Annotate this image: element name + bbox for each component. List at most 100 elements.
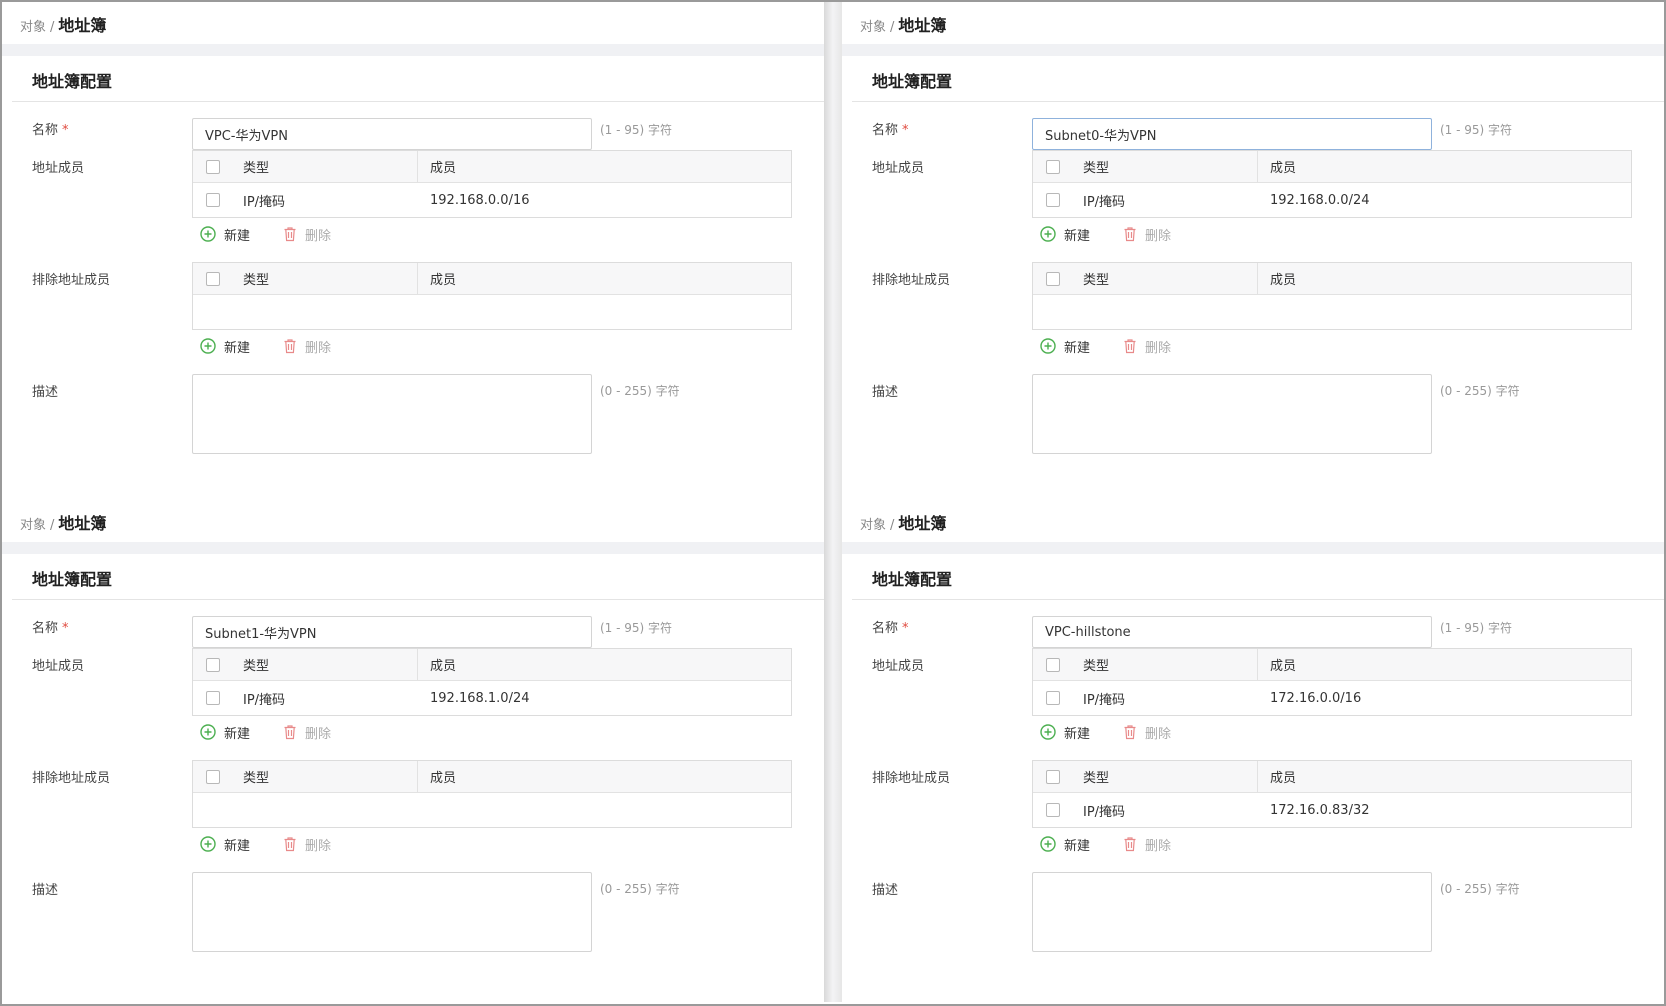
select-all-checkbox[interactable] [1046,657,1060,672]
row-checkbox[interactable] [206,193,220,207]
select-all-checkbox[interactable] [206,271,220,286]
address-book-panel-4: 对象 / 地址簿 地址簿配置 名称* (1 - 95) 字符 地址成员 类型 成… [842,500,1666,1004]
add-exclude-button[interactable]: 新建 [1040,337,1090,356]
plus-circle-icon [1040,724,1056,740]
add-member-button[interactable]: 新建 [1040,225,1090,244]
column-divider [417,263,418,295]
column-divider [1257,151,1258,183]
table-row[interactable]: IP/掩码 172.16.0.0/16 [1033,681,1631,715]
desc-label: 描述 [32,883,59,898]
select-all-checkbox[interactable] [1046,769,1060,784]
add-exclude-button[interactable]: 新建 [1040,835,1090,854]
row-member: 192.168.0.0/16 [430,192,530,208]
delete-member-button[interactable]: 删除 [282,225,331,244]
table-row[interactable]: IP/掩码 172.16.0.83/32 [1033,793,1631,827]
exclude-label: 排除地址成员 [32,273,111,288]
row-checkbox[interactable] [1046,193,1060,207]
members-actions: 新建 删除 [1040,721,1171,743]
col-type-header: 类型 [243,659,270,674]
delete-member-button[interactable]: 删除 [282,723,331,742]
select-all-checkbox[interactable] [206,657,220,672]
title-divider [12,599,826,600]
exclude-table: 类型 成员 IP/掩码 172.16.0.83/32 [1032,760,1632,828]
column-divider [417,761,418,793]
name-label: 名称 * [872,621,909,636]
trash-icon [1124,837,1136,852]
table-header: 类型 成员 [1033,263,1631,295]
add-member-button[interactable]: 新建 [1040,723,1090,742]
table-row[interactable]: IP/掩码 192.168.0.0/16 [193,183,791,217]
col-member-header: 成员 [430,771,457,786]
plus-circle-icon [1040,836,1056,852]
table-row[interactable]: IP/掩码 192.168.1.0/24 [193,681,791,715]
col-member-header: 成员 [1270,161,1297,176]
desc-label: 描述 [872,385,899,400]
members-actions: 新建 删除 [200,223,331,245]
column-divider [417,649,418,681]
name-hint: (1 - 95) 字符 [600,621,673,635]
trash-icon [284,227,296,242]
name-input[interactable] [1032,118,1432,150]
delete-member-button[interactable]: 删除 [1122,225,1171,244]
members-table: 类型 成员 IP/掩码 192.168.1.0/24 [192,648,792,716]
exclude-actions: 新建 删除 [200,335,331,357]
add-exclude-button[interactable]: 新建 [200,835,250,854]
header-strip [2,542,826,554]
title-divider [852,599,1666,600]
add-member-button[interactable]: 新建 [200,225,250,244]
exclude-actions: 新建 删除 [1040,833,1171,855]
exclude-label: 排除地址成员 [872,771,951,786]
col-member-header: 成员 [430,273,457,288]
row-checkbox[interactable] [1046,691,1060,705]
trash-icon [1124,339,1136,354]
panel-divider [824,2,842,1002]
column-divider [1257,649,1258,681]
desc-hint: (0 - 255) 字符 [600,384,680,398]
select-all-checkbox[interactable] [206,159,220,174]
breadcrumb-parent[interactable]: 对象 [860,16,886,35]
add-exclude-button[interactable]: 新建 [200,337,250,356]
description-textarea[interactable] [192,374,592,454]
description-textarea[interactable] [1032,872,1432,952]
address-book-panel-1: 对象 / 地址簿 地址簿配置 名称* (1 - 95) 字符 地址成员 类型 成… [2,2,826,502]
breadcrumb-parent[interactable]: 对象 [20,16,46,35]
exclude-table: 类型 成员 [1032,262,1632,330]
delete-exclude-button[interactable]: 删除 [1122,337,1171,356]
select-all-checkbox[interactable] [1046,271,1060,286]
breadcrumb-parent[interactable]: 对象 [860,514,886,533]
desc-hint: (0 - 255) 字符 [1440,882,1520,896]
description-textarea[interactable] [192,872,592,952]
header-strip [842,44,1666,56]
col-type-header: 类型 [1083,659,1110,674]
select-all-checkbox[interactable] [1046,159,1060,174]
table-row[interactable]: IP/掩码 192.168.0.0/24 [1033,183,1631,217]
add-member-button[interactable]: 新建 [200,723,250,742]
name-input[interactable] [192,118,592,150]
required-mark: * [902,621,909,636]
name-input[interactable] [192,616,592,648]
row-checkbox[interactable] [206,691,220,705]
members-label: 地址成员 [32,161,85,176]
delete-exclude-button[interactable]: 删除 [282,337,331,356]
column-divider [417,151,418,183]
delete-exclude-button[interactable]: 删除 [1122,835,1171,854]
delete-member-button[interactable]: 删除 [1122,723,1171,742]
plus-circle-icon [200,836,216,852]
row-member: 172.16.0.0/16 [1270,690,1362,706]
trash-icon [284,837,296,852]
name-input[interactable] [1032,616,1432,648]
row-type: IP/掩码 [243,692,286,708]
row-member: 192.168.0.0/24 [1270,192,1370,208]
breadcrumb: 对象 / 地址簿 [20,510,106,536]
delete-exclude-button[interactable]: 删除 [282,835,331,854]
description-textarea[interactable] [1032,374,1432,454]
col-type-header: 类型 [243,273,270,288]
exclude-actions: 新建 删除 [200,833,331,855]
col-type-header: 类型 [243,771,270,786]
plus-circle-icon [200,338,216,354]
select-all-checkbox[interactable] [206,769,220,784]
members-table: 类型 成员 IP/掩码 172.16.0.0/16 [1032,648,1632,716]
row-checkbox[interactable] [1046,803,1060,817]
breadcrumb-parent[interactable]: 对象 [20,514,46,533]
name-hint: (1 - 95) 字符 [1440,123,1513,137]
